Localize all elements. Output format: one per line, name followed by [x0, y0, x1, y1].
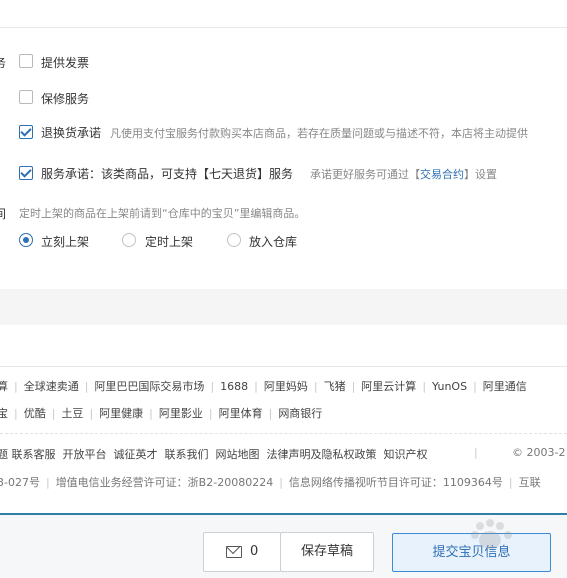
footer-link[interactable]: 法律声明及隐私权政策: [267, 448, 377, 461]
radio-warehouse[interactable]: [227, 233, 241, 247]
footer-link[interactable]: 开放平台: [63, 448, 107, 461]
footer-link[interactable]: 网站地图: [216, 448, 260, 461]
license-text: 增值电信业务经营许可证：浙B2-20080224: [55, 476, 274, 489]
message-count: 0: [250, 544, 259, 559]
return-note: 凡使用支付宝服务付款购买本店商品，若存在质量问题或与描述不符，本店将主动提供: [110, 127, 528, 140]
footer-link[interactable]: 阿里健康: [99, 407, 143, 420]
footer-divider: [0, 366, 567, 367]
listing-hint: 定时上架的商品在上架前请到“仓库中的宝贝”里编辑商品。: [19, 207, 306, 220]
mail-icon: [226, 546, 242, 558]
message-button[interactable]: 0: [203, 532, 281, 572]
footer-link[interactable]: 知识产权: [384, 448, 428, 461]
footer-link[interactable]: 诚征英才: [114, 448, 158, 461]
radio-list-now[interactable]: [19, 233, 33, 247]
footer-dashed-divider: [0, 433, 567, 434]
footer-link[interactable]: 阿里妈妈: [264, 380, 308, 393]
promise-note-suffix: 】设置: [464, 168, 497, 181]
footer-link[interactable]: YunOS: [432, 380, 467, 393]
footer-link[interactable]: 阿里云计算: [361, 380, 416, 393]
radio-scheduled-label: 定时上架: [145, 235, 194, 249]
invoice-checkbox[interactable]: [19, 54, 33, 68]
radio-warehouse-label: 放入仓库: [249, 235, 298, 249]
listing-section-label: 间: [0, 207, 7, 221]
footer-link[interactable]: 飞猪: [324, 380, 346, 393]
footer-link[interactable]: 阿里巴巴国际交易市场: [94, 380, 204, 393]
footer-links-row-2: 宝 | 优酷 | 土豆 | 阿里健康 | 阿里影业 | 阿里体育 | 网商银行: [0, 405, 322, 421]
footer-link[interactable]: 1688: [220, 380, 248, 393]
copyright: © 2003-2: [512, 446, 566, 459]
warranty-label: 保修服务: [41, 92, 90, 106]
top-divider: [0, 27, 567, 28]
promise-note-prefix: 承诺更好服务可通过【: [310, 168, 420, 181]
service-promise-label: 服务承诺：该类商品，可支持【七天退货】服务: [41, 167, 294, 181]
footer-separator: |: [474, 446, 478, 459]
invoice-label: 提供发票: [41, 56, 90, 70]
footer-link[interactable]: 优酷: [24, 407, 46, 420]
license-text: 3-027号: [0, 476, 40, 489]
service-section-label: 务: [0, 56, 7, 70]
footer-links-row-3: 题 联系客服 开放平台 诚征英才 联系我们 网站地图 法律声明及隐私权政策 知识…: [0, 446, 428, 462]
promise-note: 承诺更好服务可通过【交易合约】设置: [310, 166, 497, 182]
footer-link[interactable]: 网商银行: [278, 407, 322, 420]
footer-license-row: 3-027号 | 增值电信业务经营许可证：浙B2-20080224 | 信息网络传播视听…: [0, 474, 541, 490]
return-checkbox[interactable]: [19, 125, 33, 139]
license-text: 互联: [518, 476, 541, 489]
footer-link[interactable]: 联系我们: [165, 448, 209, 461]
service-promise-checkbox[interactable]: [19, 166, 33, 180]
license-text: 信息网络传播视听节目许可证：1109364号: [288, 476, 503, 489]
footer-link[interactable]: 土豆: [61, 407, 83, 420]
footer-link[interactable]: 全球速卖通: [24, 380, 79, 393]
footer-link[interactable]: 阿里体育: [219, 407, 263, 420]
warranty-checkbox[interactable]: [19, 90, 33, 104]
footer-link[interactable]: 算: [0, 380, 8, 393]
radio-scheduled[interactable]: [122, 233, 136, 247]
footer-link[interactable]: 题: [0, 448, 8, 461]
footer-links-row-1: 算 | 全球速卖通 | 阿里巴巴国际交易市场 | 1688 | 阿里妈妈 | 飞猪 | 阿里云计算 | Yu…: [0, 378, 527, 394]
trade-contract-link[interactable]: 交易合约: [420, 168, 464, 181]
baidu-watermark-logo: [468, 518, 528, 558]
radio-list-now-label: 立刻上架: [41, 235, 90, 249]
spacer-band: [0, 289, 567, 325]
save-draft-button[interactable]: 保存草稿: [280, 532, 374, 572]
footer-link[interactable]: 联系客服: [12, 448, 56, 461]
footer-link[interactable]: 阿里影业: [159, 407, 203, 420]
footer-link[interactable]: 阿里通信: [483, 380, 527, 393]
footer-link[interactable]: 宝: [0, 407, 8, 420]
return-label: 退换货承诺: [41, 126, 102, 140]
